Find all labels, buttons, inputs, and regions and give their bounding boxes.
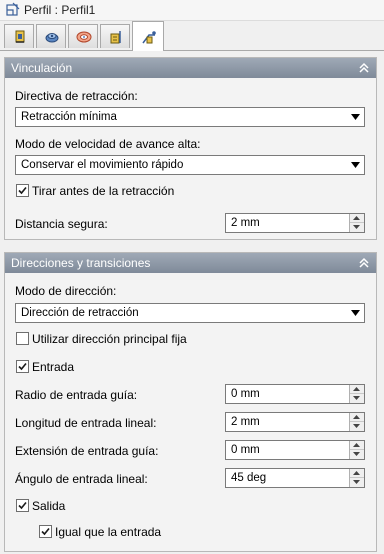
spin-down-button[interactable] bbox=[350, 450, 364, 459]
lead-in-checkbox[interactable] bbox=[16, 360, 29, 373]
linking-panel: Vinculación Directiva de retracción: Ret… bbox=[4, 57, 377, 240]
tab-strip bbox=[0, 21, 384, 51]
spin-down-button[interactable] bbox=[350, 394, 364, 403]
lead-in-radius-value: 0 mm bbox=[231, 388, 260, 400]
passes-icon bbox=[110, 31, 121, 44]
arrow-down-icon bbox=[353, 424, 360, 428]
arrow-up-icon bbox=[353, 443, 360, 447]
lead-out-checkbox[interactable] bbox=[16, 499, 29, 512]
arrow-up-icon bbox=[353, 216, 360, 220]
same-as-lead-in-checkbox[interactable] bbox=[39, 525, 52, 538]
lead-out-label[interactable]: Salida bbox=[32, 499, 65, 513]
retract-policy-value: Retracción mínima bbox=[21, 111, 117, 123]
linear-lead-in-angle-value: 45 deg bbox=[231, 472, 267, 484]
same-as-lead-in-label[interactable]: Igual que la entrada bbox=[55, 525, 161, 539]
lead-in-extension-value: 0 mm bbox=[231, 444, 260, 456]
linking-icon bbox=[142, 31, 156, 44]
chevron-down-icon bbox=[351, 114, 360, 120]
panel-title: Direcciones y transiciones bbox=[11, 256, 151, 270]
retract-policy-select[interactable]: Retracción mínima bbox=[15, 107, 365, 127]
linear-lead-in-angle-label: Ángulo de entrada lineal: bbox=[15, 472, 148, 486]
checkmark-icon bbox=[41, 527, 50, 536]
arrow-down-icon bbox=[353, 225, 360, 229]
linear-lead-in-angle-input[interactable]: 45 deg bbox=[225, 468, 365, 488]
collapse-icon[interactable] bbox=[358, 62, 370, 74]
linear-lead-in-length-value: 2 mm bbox=[231, 416, 260, 428]
spin-up-button[interactable] bbox=[350, 385, 364, 394]
directions-panel: Direcciones y transiciones Modo de direc… bbox=[4, 252, 377, 552]
spin-down-button[interactable] bbox=[350, 478, 364, 487]
tab-passes[interactable] bbox=[100, 24, 130, 48]
direction-mode-select[interactable]: Dirección de retracción bbox=[15, 303, 365, 323]
spin-up-button[interactable] bbox=[350, 413, 364, 422]
direction-mode-value: Dirección de retracción bbox=[21, 307, 139, 319]
arrow-down-icon bbox=[353, 396, 360, 400]
high-feed-select[interactable]: Conservar el movimiento rápido bbox=[15, 155, 365, 175]
safe-distance-label: Distancia segura: bbox=[15, 217, 108, 231]
high-feed-label: Modo de velocidad de avance alta: bbox=[15, 137, 201, 151]
panel-title: Vinculación bbox=[11, 61, 73, 75]
tab-tool[interactable] bbox=[4, 24, 34, 48]
cutting-layers-icon bbox=[45, 33, 59, 43]
checkmark-icon bbox=[18, 186, 27, 195]
tab-cutting-layers[interactable] bbox=[36, 24, 66, 48]
tool-holder-icon bbox=[15, 30, 25, 43]
spin-up-button[interactable] bbox=[350, 214, 364, 223]
stock-icon bbox=[76, 31, 92, 43]
linear-lead-in-length-input[interactable]: 2 mm bbox=[225, 412, 365, 432]
lead-in-extension-input[interactable]: 0 mm bbox=[225, 440, 365, 460]
spinner bbox=[349, 385, 364, 403]
tab-linking[interactable] bbox=[132, 21, 164, 51]
spin-up-button[interactable] bbox=[350, 441, 364, 450]
pull-before-retract-label[interactable]: Tirar antes de la retracción bbox=[32, 184, 174, 198]
linking-panel-header[interactable]: Vinculación bbox=[5, 58, 376, 78]
arrow-down-icon bbox=[353, 480, 360, 484]
spinner bbox=[349, 214, 364, 232]
settings-content: Vinculación Directiva de retracción: Ret… bbox=[0, 51, 384, 554]
chevron-down-icon bbox=[351, 162, 360, 168]
arrow-up-icon bbox=[353, 387, 360, 391]
arrow-up-icon bbox=[353, 415, 360, 419]
arrow-down-icon bbox=[353, 452, 360, 456]
spinner bbox=[349, 469, 364, 487]
window-title: Perfil : Perfil1 bbox=[24, 3, 96, 17]
fixed-direction-label[interactable]: Utilizar dirección principal fija bbox=[32, 332, 187, 346]
checkmark-icon bbox=[18, 362, 27, 371]
lead-in-extension-label: Extensión de entrada guía: bbox=[15, 444, 159, 458]
checkmark-icon bbox=[18, 501, 27, 510]
spinner bbox=[349, 441, 364, 459]
spin-down-button[interactable] bbox=[350, 223, 364, 232]
arrow-up-icon bbox=[353, 471, 360, 475]
title-bar: Perfil : Perfil1 bbox=[0, 0, 384, 21]
collapse-icon[interactable] bbox=[358, 257, 370, 269]
linear-lead-in-length-label: Longitud de entrada lineal: bbox=[15, 416, 157, 430]
spin-down-button[interactable] bbox=[350, 422, 364, 431]
lead-in-label[interactable]: Entrada bbox=[32, 360, 74, 374]
safe-distance-input[interactable]: 2 mm bbox=[225, 213, 365, 233]
lead-in-radius-input[interactable]: 0 mm bbox=[225, 384, 365, 404]
directions-panel-header[interactable]: Direcciones y transiciones bbox=[5, 253, 376, 273]
tab-stock[interactable] bbox=[68, 24, 98, 48]
lead-in-radius-label: Radio de entrada guía: bbox=[15, 388, 138, 402]
pull-before-retract-checkbox[interactable] bbox=[16, 184, 29, 197]
spinner bbox=[349, 413, 364, 431]
safe-distance-value: 2 mm bbox=[231, 217, 260, 229]
retract-policy-label: Directiva de retracción: bbox=[15, 89, 138, 103]
chevron-down-icon bbox=[351, 310, 360, 316]
profile-feature-icon bbox=[6, 2, 20, 16]
spin-up-button[interactable] bbox=[350, 469, 364, 478]
fixed-direction-checkbox[interactable] bbox=[16, 332, 29, 345]
direction-mode-label: Modo de dirección: bbox=[15, 284, 117, 298]
high-feed-value: Conservar el movimiento rápido bbox=[21, 159, 184, 171]
